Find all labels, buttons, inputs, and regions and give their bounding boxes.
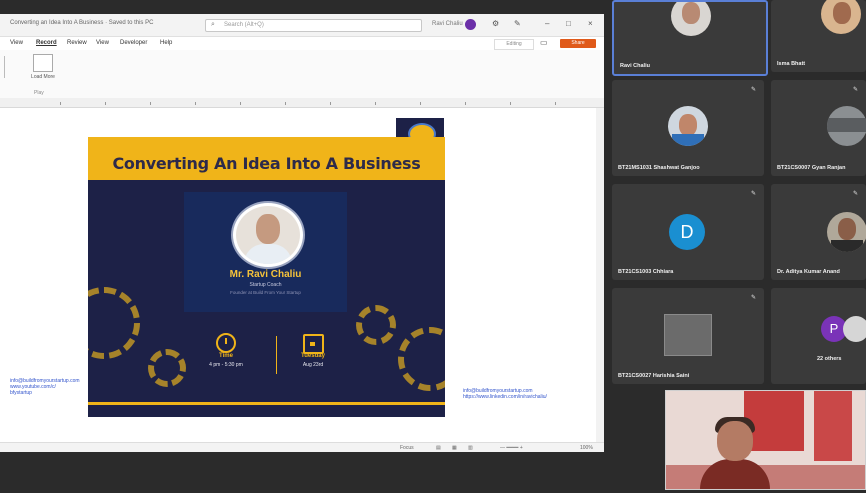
search-placeholder: Search (Alt+Q) bbox=[224, 22, 264, 28]
ribbon-group-label: Play bbox=[34, 90, 44, 96]
date-value: Aug 23rd bbox=[302, 362, 324, 368]
mic-off-icon: ✎ bbox=[750, 87, 756, 93]
gear-icon bbox=[88, 287, 140, 359]
mic-off-icon: ✎ bbox=[750, 295, 756, 301]
ruler-tick bbox=[60, 102, 61, 105]
ruler-tick bbox=[150, 102, 151, 105]
mic-off-icon: ✎ bbox=[852, 87, 858, 93]
participant-name: 22 others bbox=[817, 356, 842, 362]
ruler-tick bbox=[240, 102, 241, 105]
close-icon[interactable]: × bbox=[588, 19, 593, 28]
gear-icon bbox=[398, 327, 445, 391]
mic-off-icon: ✎ bbox=[852, 191, 858, 197]
gear-icon bbox=[148, 349, 186, 387]
participant-name: BT21MS1031 Shashwat Ganjoo bbox=[618, 165, 700, 171]
participant-tile[interactable]: ✎ BT21MS1031 Shashwat Ganjoo bbox=[612, 80, 764, 176]
ruler-tick bbox=[285, 102, 286, 105]
ruler-tick bbox=[465, 102, 466, 105]
participant-tile[interactable]: ✎ BT21CS0007 Gyan Ranjan bbox=[771, 80, 866, 176]
focus-label[interactable]: Focus bbox=[400, 445, 414, 451]
minimize-icon[interactable]: – bbox=[545, 19, 549, 28]
speaker-card: Mr. Ravi Chaliu Startup Coach Founder at… bbox=[184, 192, 347, 312]
calendar-icon bbox=[303, 334, 324, 354]
ruler-tick bbox=[555, 102, 556, 105]
ribbon-divider bbox=[4, 56, 17, 78]
gear-icon bbox=[356, 305, 396, 345]
editing-button[interactable]: Editing bbox=[494, 39, 534, 50]
menu-bar: View Record Review View Developer Help E… bbox=[0, 37, 604, 50]
participant-name: BT21CS0027 Harishia Saini bbox=[618, 373, 690, 379]
participant-name: Ravi Chaliu bbox=[620, 63, 650, 69]
self-view-tile[interactable] bbox=[665, 390, 866, 490]
event-poster: Converting An Idea Into A Business Mr. R… bbox=[88, 137, 445, 417]
participant-tile[interactable]: ✎ BT21CS0027 Harishia Saini bbox=[612, 288, 764, 384]
participant-tile[interactable]: Ravi Chaliu bbox=[612, 0, 768, 76]
zoom-level[interactable]: 100% bbox=[580, 445, 593, 451]
clock-icon bbox=[216, 333, 236, 353]
menu-view[interactable]: View bbox=[10, 40, 23, 46]
read-mode-icon[interactable]: ▤ bbox=[436, 445, 441, 451]
comment-icon[interactable]: ▭ bbox=[540, 38, 548, 47]
footer-links-left: info@buildfromyourstartup.com www.youtub… bbox=[10, 378, 80, 396]
menu-help[interactable]: Help bbox=[160, 40, 172, 46]
zoom-slider[interactable]: — ━━━━ + bbox=[500, 445, 523, 451]
user-name: Ravi Chaliu bbox=[432, 21, 463, 27]
ruler bbox=[0, 98, 604, 108]
participant-tile[interactable]: ✎ Dr. Aditya Kumar Anand bbox=[771, 184, 866, 280]
share-button[interactable]: Share bbox=[560, 39, 596, 48]
participant-name: Dr. Aditya Kumar Anand bbox=[777, 269, 840, 275]
settings-icon[interactable]: ⚙ bbox=[492, 19, 499, 28]
poster-title: Converting An Idea Into A Business bbox=[112, 154, 421, 173]
avatar[interactable] bbox=[465, 19, 476, 30]
menu-developer[interactable]: Developer bbox=[120, 40, 147, 46]
speaker-role: Startup Coach bbox=[249, 282, 282, 288]
ruler-tick bbox=[105, 102, 106, 105]
ribbon: Load More Play bbox=[0, 50, 604, 99]
participant-name: BT21CS0007 Gyan Ranjan bbox=[777, 165, 846, 171]
speaker-photo bbox=[233, 203, 303, 267]
ruler-tick bbox=[420, 102, 421, 105]
title-bar: Converting an Idea Into A Business · Sav… bbox=[0, 14, 604, 37]
participant-name: Isma Bhatt bbox=[777, 61, 806, 67]
menu-record[interactable]: Record bbox=[36, 40, 57, 46]
image-placeholder-icon bbox=[664, 314, 712, 356]
poster-divider bbox=[276, 336, 277, 374]
load-more-icon[interactable] bbox=[33, 54, 53, 72]
vertical-scrollbar[interactable] bbox=[596, 108, 604, 442]
ruler-tick bbox=[330, 102, 331, 105]
avatar-initial: D bbox=[669, 214, 705, 250]
web-layout-icon[interactable]: ▥ bbox=[468, 445, 473, 451]
ruler-tick bbox=[195, 102, 196, 105]
date-label: Tuesday bbox=[301, 353, 325, 359]
document-title: Converting an Idea Into A Business · Sav… bbox=[10, 20, 154, 26]
speaker-name: Mr. Ravi Chaliu bbox=[229, 269, 302, 280]
participant-name: BT21CS1003 Chhiara bbox=[618, 269, 674, 275]
time-value: 4 pm - 5:30 pm bbox=[209, 362, 243, 368]
participant-tile[interactable]: ✎ D BT21CS1003 Chhiara bbox=[612, 184, 764, 280]
time-label: Time bbox=[219, 353, 233, 359]
poster-bottom-line bbox=[88, 402, 445, 405]
link[interactable]: https://www.linkedin.com/in/ravichaliu/ bbox=[463, 394, 547, 400]
print-layout-icon[interactable]: ▦ bbox=[452, 445, 457, 451]
footer-links-right: info@buildfromyourstartup.com https://ww… bbox=[463, 388, 547, 400]
pen-icon[interactable]: ✎ bbox=[514, 19, 521, 28]
ruler-tick bbox=[510, 102, 511, 105]
participant-tile[interactable]: Isma Bhatt bbox=[771, 0, 866, 72]
menu-view-2[interactable]: View bbox=[96, 40, 109, 46]
menu-review[interactable]: Review bbox=[67, 40, 87, 46]
load-more-label[interactable]: Load More bbox=[30, 74, 56, 80]
ruler-tick bbox=[375, 102, 376, 105]
link[interactable]: bfystartup bbox=[10, 390, 80, 396]
mic-off-icon: ✎ bbox=[750, 191, 756, 197]
speaker-description: Founder at Build From Your Startup bbox=[230, 290, 301, 295]
participant-tile[interactable]: P 22 others bbox=[771, 288, 866, 384]
search-icon: ⌕ bbox=[211, 21, 215, 28]
status-bar: Focus ▤ ▦ ▥ — ━━━━ + 100% bbox=[0, 442, 604, 452]
maximize-icon[interactable]: □ bbox=[566, 19, 571, 28]
search-input[interactable]: ⌕ Search (Alt+Q) bbox=[205, 19, 422, 32]
